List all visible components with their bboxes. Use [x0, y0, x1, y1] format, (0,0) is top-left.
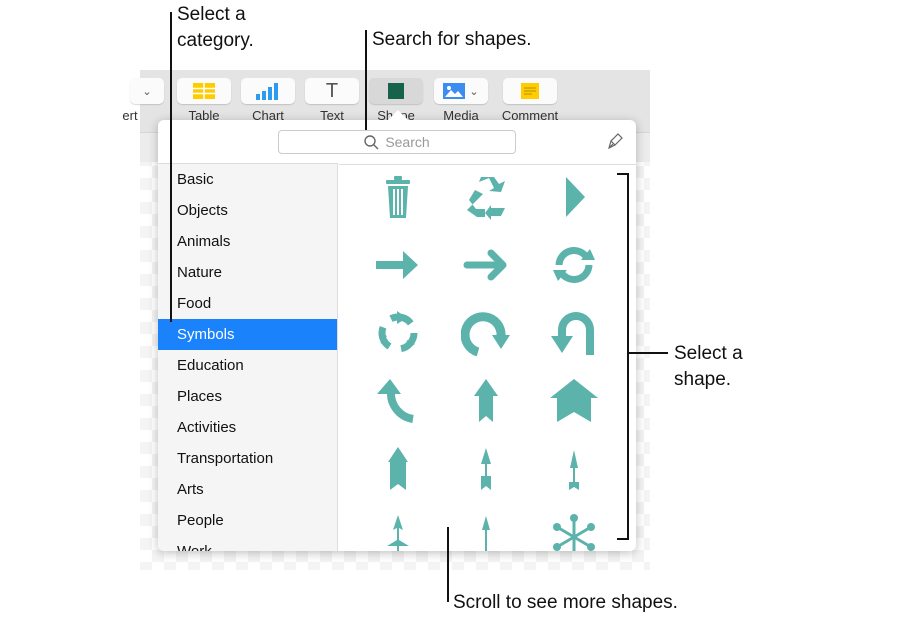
bracket-bottom: [617, 538, 628, 540]
category-work[interactable]: Work: [158, 536, 337, 551]
arrow-thin-fletched-icon[interactable]: [461, 444, 511, 494]
annotation-shape-2: shape.: [674, 369, 732, 390]
insert-label: ert: [122, 108, 138, 123]
search-icon: [364, 134, 379, 149]
shape-button[interactable]: [369, 78, 423, 104]
table-button[interactable]: [177, 78, 231, 104]
refresh-icon[interactable]: [549, 240, 599, 290]
u-turn-icon[interactable]: [549, 308, 599, 358]
annotation-shape-1: Select a: [674, 343, 743, 364]
category-places[interactable]: Places: [158, 381, 337, 412]
trash-icon[interactable]: [373, 172, 423, 222]
shapes-popover: Search Basic Objects Animals Nature Food Symb…: [158, 120, 636, 551]
cycle-arrows-icon[interactable]: [373, 308, 423, 358]
media-button[interactable]: ⌄: [434, 78, 488, 104]
text-button[interactable]: T: [305, 78, 359, 104]
callout-line: [447, 527, 449, 602]
chart-icon: [256, 83, 278, 100]
snowflake-dots-icon[interactable]: [549, 512, 599, 551]
annotation-category-1: Select a: [177, 4, 246, 25]
category-activities[interactable]: Activities: [158, 412, 337, 443]
arrow-right-icon[interactable]: [373, 240, 423, 290]
arrow-up-chevron-icon[interactable]: [549, 376, 599, 426]
category-nature[interactable]: Nature: [158, 257, 337, 288]
callout-line: [170, 12, 172, 322]
category-symbols[interactable]: Symbols: [158, 319, 337, 350]
arrow-up-notched-icon[interactable]: [461, 376, 511, 426]
category-food[interactable]: Food: [158, 288, 337, 319]
category-list: Basic Objects Animals Nature Food Symbols Educ…: [158, 163, 338, 551]
table-icon: [193, 83, 215, 99]
shape-grid: [339, 164, 636, 551]
annotation-scroll: Scroll to see more shapes.: [453, 592, 678, 613]
media-icon: [443, 83, 466, 99]
bracket: [627, 173, 629, 540]
category-arts[interactable]: Arts: [158, 474, 337, 505]
category-transportation[interactable]: Transportation: [158, 443, 337, 474]
category-objects[interactable]: Objects: [158, 195, 337, 226]
comment-button[interactable]: [503, 78, 557, 104]
chart-button[interactable]: [241, 78, 295, 104]
chevron-down-icon: ⌄: [469, 85, 479, 98]
category-education[interactable]: Education: [158, 350, 337, 381]
shape-icon: [388, 83, 404, 99]
recycle-icon[interactable]: [461, 172, 511, 222]
callout-line: [628, 352, 668, 354]
arrow-up-feather-icon[interactable]: [373, 512, 423, 551]
bracket-top: [617, 173, 628, 175]
category-basic[interactable]: Basic: [158, 164, 337, 195]
curved-arrow-up-icon[interactable]: [373, 376, 423, 426]
popover-caret: [387, 110, 409, 121]
text-icon: T: [325, 79, 339, 102]
category-people[interactable]: People: [158, 505, 337, 536]
chevron-down-icon: ⌄: [142, 85, 152, 98]
arrow-thin-icon[interactable]: [549, 444, 599, 494]
comment-icon: [521, 83, 539, 99]
arrow-right-rounded-icon[interactable]: [461, 240, 511, 290]
annotation-search: Search for shapes.: [372, 29, 532, 50]
search-placeholder: Search: [385, 134, 430, 150]
category-animals[interactable]: Animals: [158, 226, 337, 257]
arrow-thin-long-icon[interactable]: [461, 512, 511, 551]
search-input[interactable]: Search: [278, 130, 516, 154]
annotation-category-2: category.: [177, 30, 254, 51]
rotate-clockwise-icon[interactable]: [460, 308, 511, 358]
insert-button[interactable]: ⌄: [130, 78, 164, 104]
pen-icon[interactable]: [606, 132, 624, 150]
pentagon-arrow-icon[interactable]: [549, 172, 599, 222]
callout-line: [365, 30, 367, 130]
arrow-up-fletched-icon[interactable]: [373, 444, 423, 494]
